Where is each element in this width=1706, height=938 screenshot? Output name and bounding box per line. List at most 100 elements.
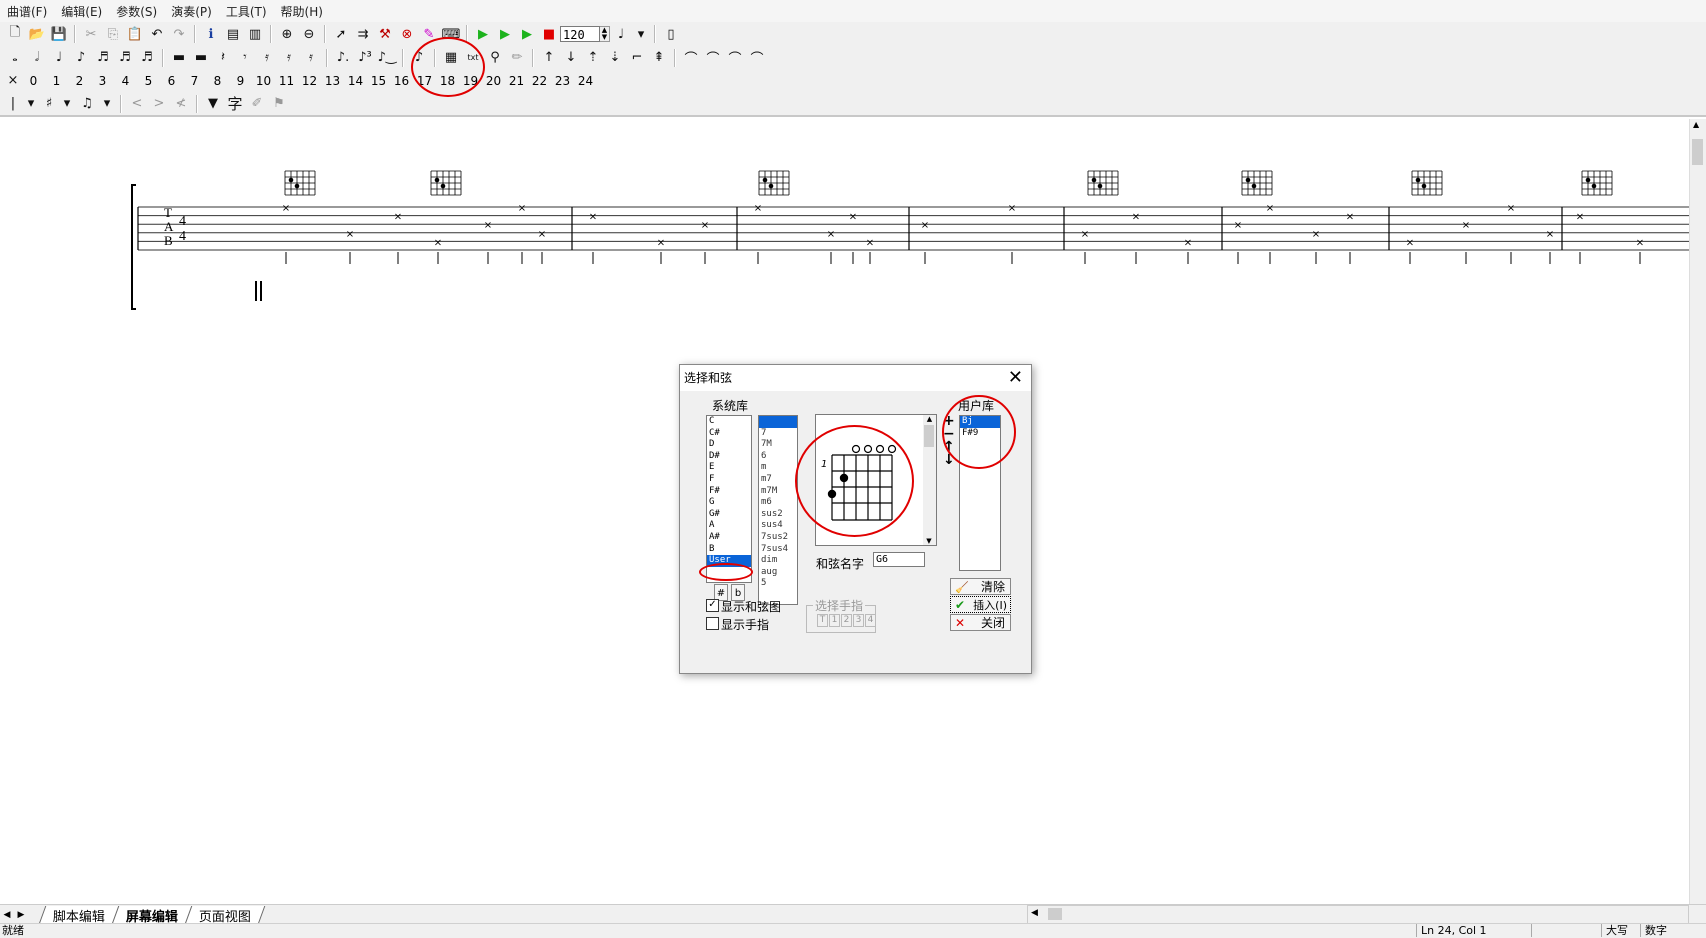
quality-list-item[interactable]: sus2 <box>759 509 797 521</box>
quality-list-item[interactable]: aug <box>759 567 797 579</box>
root-list-item[interactable]: A <box>707 520 751 532</box>
root-list-item[interactable]: C# <box>707 428 751 440</box>
menu-item[interactable]: 演奏(P) <box>164 3 219 20</box>
quality-list-item[interactable] <box>759 416 797 428</box>
quality-list-item[interactable]: 7 <box>759 428 797 440</box>
quality-list-item[interactable]: dim <box>759 555 797 567</box>
tempo-input[interactable]: 120 <box>560 26 600 42</box>
insert-button[interactable]: ✔ 插入(I) <box>950 596 1011 613</box>
bend-icon[interactable]: ⌐ <box>627 48 647 68</box>
mute-x-icon[interactable]: × <box>5 71 21 91</box>
play-from-cursor-icon[interactable]: ▶ <box>495 24 515 44</box>
fret-number-button[interactable]: 14 <box>344 74 367 88</box>
zoom-in-icon[interactable]: ⊕ <box>277 24 297 44</box>
slur-icon[interactable]: ⌒ <box>681 48 701 68</box>
cut-icon[interactable]: ✂ <box>81 24 101 44</box>
track-settings-icon[interactable]: ▥ <box>245 24 265 44</box>
sharp-icon[interactable]: ♯ <box>41 94 57 114</box>
fret-number-button[interactable]: 9 <box>229 74 252 88</box>
sixteenth-rest-icon[interactable]: 𝄿 <box>257 48 277 68</box>
fret-number-button[interactable]: 10 <box>252 74 275 88</box>
close-button[interactable]: ✕ 关闭 <box>950 614 1011 631</box>
fret-number-button[interactable]: 20 <box>482 74 505 88</box>
quality-list-item[interactable]: 7sus4 <box>759 544 797 556</box>
page-icon[interactable]: ▯ <box>661 24 681 44</box>
quality-list-item[interactable]: m <box>759 462 797 474</box>
fret-number-button[interactable]: 4 <box>114 74 137 88</box>
finger-button[interactable]: 2 <box>841 614 852 627</box>
tie-icon[interactable]: ♪‿ <box>377 48 397 68</box>
redo-icon[interactable]: ↷ <box>169 24 189 44</box>
tab-script-edit[interactable]: 脚本编辑 <box>38 905 120 925</box>
scroll-thumb[interactable] <box>1692 139 1703 165</box>
arpeggio-down-icon[interactable]: ⇣ <box>605 48 625 68</box>
close-icon[interactable]: ✕ <box>1008 367 1023 389</box>
play-measure-icon[interactable]: ▶ <box>517 24 537 44</box>
dotted-note-icon[interactable]: ♪. <box>333 48 353 68</box>
undo-icon[interactable]: ↶ <box>147 24 167 44</box>
pointer-icon[interactable]: ➚ <box>331 24 351 44</box>
root-list-item[interactable]: C <box>707 416 751 428</box>
scroll-up-icon[interactable]: ▲ <box>923 415 936 423</box>
metronome-icon[interactable]: ♩ <box>611 24 631 44</box>
sixteenth-note-icon[interactable]: ♬ <box>93 48 113 68</box>
root-list-item[interactable]: G# <box>707 509 751 521</box>
quality-list-item[interactable]: m6 <box>759 497 797 509</box>
tab-prev-icon[interactable]: ◀ <box>0 910 14 920</box>
root-list-item[interactable]: E <box>707 462 751 474</box>
chevron-down-icon[interactable]: ▾ <box>59 94 75 114</box>
root-list-item[interactable]: F# <box>707 486 751 498</box>
sixty-fourth-rest-icon[interactable]: 𝄿 <box>301 48 321 68</box>
menu-item[interactable]: 参数(S) <box>109 3 164 20</box>
scroll-left-icon[interactable]: ◀ <box>1031 908 1038 918</box>
chevron-down-icon[interactable]: ▾ <box>23 94 39 114</box>
finger-button[interactable]: 1 <box>829 614 840 627</box>
down-arrow-icon[interactable]: ▼ <box>203 94 223 114</box>
quality-list-item[interactable]: m7 <box>759 474 797 486</box>
fret-number-button[interactable]: 11 <box>275 74 298 88</box>
properties-icon[interactable]: ▤ <box>223 24 243 44</box>
decrescendo-icon[interactable]: > <box>149 94 169 114</box>
brush-icon[interactable]: ✏ <box>507 48 527 68</box>
chord-name-input[interactable]: G6 <box>873 552 925 567</box>
whole-note-icon[interactable]: 𝅝 <box>5 48 25 68</box>
info-icon[interactable]: ℹ <box>201 24 221 44</box>
paste-icon[interactable]: 📋 <box>125 24 145 44</box>
chevron-down-icon[interactable]: ▾ <box>633 24 649 44</box>
menu-item[interactable]: 帮助(H) <box>274 3 330 20</box>
beam-icon[interactable]: ♫ <box>77 94 97 114</box>
fret-number-button[interactable]: 0 <box>22 74 45 88</box>
root-list-item[interactable]: A# <box>707 532 751 544</box>
eighth-rest-icon[interactable]: 𝄾 <box>235 48 255 68</box>
stroke-down-icon[interactable]: ↓ <box>561 48 581 68</box>
chevron-down-icon[interactable]: ▾ <box>99 94 115 114</box>
root-list-item[interactable]: D# <box>707 451 751 463</box>
fret-number-button[interactable]: 7 <box>183 74 206 88</box>
fret-number-button[interactable]: 15 <box>367 74 390 88</box>
quality-list-item[interactable]: 6 <box>759 451 797 463</box>
fret-number-button[interactable]: 13 <box>321 74 344 88</box>
diagram-scrollbar[interactable]: ▲ ▼ <box>923 414 937 546</box>
show-chord-checkbox[interactable]: ✓ <box>706 599 719 612</box>
thirty-second-rest-icon[interactable]: 𝄿 <box>279 48 299 68</box>
fret-number-button[interactable]: 6 <box>160 74 183 88</box>
slide-icon[interactable]: ⌒ <box>747 48 767 68</box>
finger-button[interactable]: T <box>817 614 828 627</box>
fret-number-button[interactable]: 16 <box>390 74 413 88</box>
quality-list-item[interactable]: 7M <box>759 439 797 451</box>
thirty-second-note-icon[interactable]: ♬ <box>115 48 135 68</box>
fret-number-button[interactable]: 1 <box>45 74 68 88</box>
scroll-thumb[interactable] <box>1048 908 1062 920</box>
stop-icon[interactable]: ■ <box>539 24 559 44</box>
new-file-icon[interactable]: 🗋 <box>5 24 25 44</box>
stroke-up-icon[interactable]: ↑ <box>539 48 559 68</box>
fret-number-button[interactable]: 23 <box>551 74 574 88</box>
copy-icon[interactable]: ⎘ <box>103 24 123 44</box>
marker-icon[interactable]: ⚲ <box>485 48 505 68</box>
fret-number-button[interactable]: 24 <box>574 74 597 88</box>
barline-icon[interactable]: | <box>5 94 21 114</box>
fret-number-button[interactable]: 8 <box>206 74 229 88</box>
menu-item[interactable]: 编辑(E) <box>54 3 109 20</box>
wrench-icon[interactable]: ✐ <box>247 94 267 114</box>
fret-number-button[interactable]: 21 <box>505 74 528 88</box>
